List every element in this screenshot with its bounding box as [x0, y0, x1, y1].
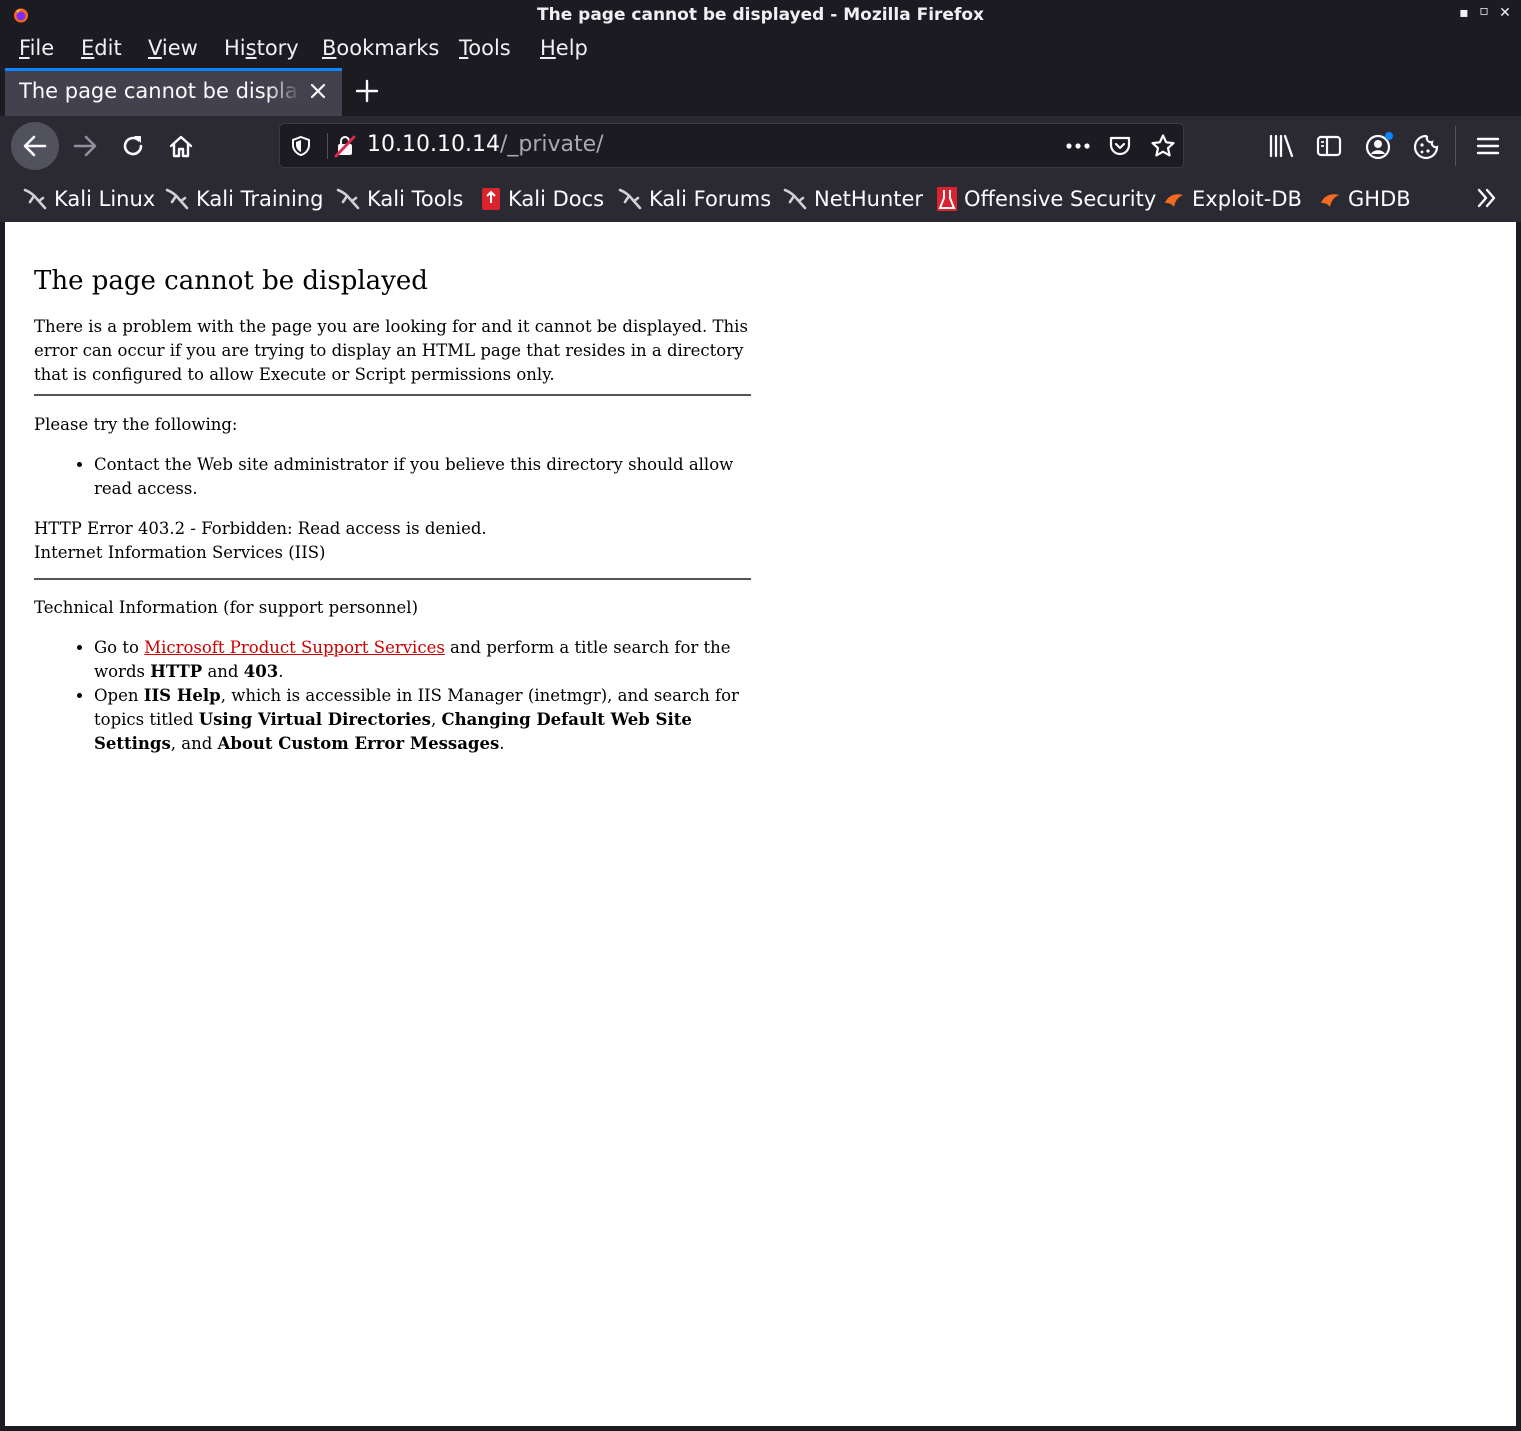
exploitdb-icon	[1165, 194, 1183, 207]
bookmark-label: Kali Docs	[508, 187, 605, 211]
bookmark-label: Offensive Security	[964, 187, 1157, 211]
bookmark-label: GHDB	[1348, 187, 1411, 211]
bookmark-label: Kali Training	[196, 187, 324, 211]
tech-list: Go to Microsoft Product Support Services…	[34, 636, 751, 756]
cookie-icon[interactable]	[1412, 133, 1440, 161]
minimize-button[interactable]: ▪	[1455, 5, 1473, 21]
tab-active[interactable]: The page cannot be displayed	[5, 68, 342, 116]
menu-bar: File Edit View History Bookmarks Tools H…	[0, 30, 1521, 68]
menu-file[interactable]: File	[19, 36, 54, 60]
back-icon	[23, 135, 47, 157]
exploitdb-icon	[1321, 194, 1339, 207]
kali-dragon-icon	[165, 188, 189, 210]
tech-item-iis-help: Open IIS Help, which is accessible in II…	[94, 684, 751, 756]
bookmark-exploit-db[interactable]: Exploit-DB	[1162, 185, 1302, 213]
toolbar-divider	[1455, 126, 1456, 166]
url-separator	[327, 133, 328, 159]
bookmark-label: NetHunter	[814, 187, 924, 211]
url-text[interactable]: 10.10.10.14/_private/	[367, 132, 604, 157]
bookmark-label: Kali Linux	[54, 187, 156, 211]
tech-heading: Technical Information (for support perso…	[34, 598, 419, 617]
page-heading: The page cannot be displayed	[34, 266, 428, 296]
try-item: Contact the Web site administrator if yo…	[94, 453, 751, 501]
page-actions-icon[interactable]	[1064, 136, 1092, 156]
close-tab-icon[interactable]	[306, 79, 330, 103]
bookmark-offensive-security[interactable]: Offensive Security	[936, 185, 1156, 213]
bookmark-nethunter[interactable]: NetHunter	[782, 185, 923, 213]
error-line: HTTP Error 403.2 - Forbidden: Read acces…	[34, 519, 487, 538]
tab-title: The page cannot be displayed	[19, 79, 301, 103]
kali-dragon-icon	[23, 188, 47, 210]
new-tab-icon[interactable]	[352, 76, 382, 106]
window-frame-right	[1516, 222, 1521, 1431]
star-icon[interactable]	[1150, 133, 1176, 159]
home-button[interactable]	[157, 122, 205, 170]
close-window-button[interactable]: ✕	[1496, 5, 1514, 21]
home-icon	[169, 135, 193, 158]
bookmark-kali-linux[interactable]: Kali Linux	[22, 185, 155, 213]
menu-help[interactable]: Help	[540, 36, 588, 60]
account-icon[interactable]	[1364, 131, 1394, 161]
kali-dragon-icon	[618, 188, 642, 210]
window-title: The page cannot be displayed - Mozilla F…	[537, 5, 984, 25]
menu-tools[interactable]: Tools	[459, 36, 511, 60]
try-heading: Please try the following:	[34, 415, 238, 434]
bookmark-kali-docs[interactable]: Kali Docs	[480, 185, 604, 213]
try-list: Contact the Web site administrator if yo…	[34, 453, 751, 501]
bookmarks-toolbar: Kali Linux Kali Training Kali Tools Kali…	[0, 176, 1521, 222]
bookmark-label: Kali Tools	[367, 187, 464, 211]
menu-history[interactable]: History	[224, 36, 299, 60]
bookmark-kali-training[interactable]: Kali Training	[164, 185, 323, 213]
title-bar: The page cannot be displayed - Mozilla F…	[0, 0, 1521, 30]
tab-strip: The page cannot be displayed	[0, 68, 1521, 116]
bookmark-label: Exploit-DB	[1192, 187, 1302, 211]
reload-button[interactable]	[109, 122, 157, 170]
menu-edit[interactable]: Edit	[81, 36, 122, 60]
navigation-toolbar: 10.10.10.14/_private/	[0, 116, 1521, 176]
kali-dragon-icon	[336, 188, 360, 210]
forward-button[interactable]	[61, 122, 109, 170]
divider-1	[34, 394, 751, 396]
bookmark-kali-tools[interactable]: Kali Tools	[335, 185, 463, 213]
window-frame-left	[0, 222, 5, 1431]
chevron-overflow-icon[interactable]	[1475, 185, 1499, 211]
reload-icon	[123, 136, 143, 156]
menu-bookmarks[interactable]: Bookmarks	[322, 36, 439, 60]
library-icon[interactable]	[1268, 133, 1296, 159]
sidebar-icon[interactable]	[1316, 133, 1342, 159]
intro-paragraph: There is a problem with the page you are…	[34, 317, 748, 384]
bookmark-ghdb[interactable]: GHDB	[1318, 185, 1411, 213]
bookmark-kali-forums[interactable]: Kali Forums	[617, 185, 771, 213]
back-button[interactable]	[11, 122, 59, 170]
tech-item-support: Go to Microsoft Product Support Services…	[94, 636, 751, 684]
forward-icon	[73, 135, 97, 157]
kali-docs-icon	[482, 188, 500, 210]
divider-2	[34, 578, 751, 580]
kali-dragon-icon	[783, 188, 807, 210]
shield-icon[interactable]	[290, 135, 312, 157]
maximize-button[interactable]: ▫	[1475, 3, 1493, 19]
url-bar[interactable]: 10.10.10.14/_private/	[279, 123, 1184, 168]
bookmark-label: Kali Forums	[649, 187, 772, 211]
window-frame-bottom	[0, 1426, 1521, 1431]
server-line: Internet Information Services (IIS)	[34, 543, 326, 562]
insecure-lock-icon[interactable]	[333, 134, 357, 158]
pocket-icon[interactable]	[1108, 134, 1132, 158]
menu-view[interactable]: View	[148, 36, 198, 60]
support-link[interactable]: Microsoft Product Support Services	[144, 638, 445, 657]
offsec-icon	[937, 187, 957, 211]
menu-icon[interactable]	[1475, 133, 1501, 159]
page-content: The page cannot be displayed There is a …	[5, 222, 1516, 1426]
